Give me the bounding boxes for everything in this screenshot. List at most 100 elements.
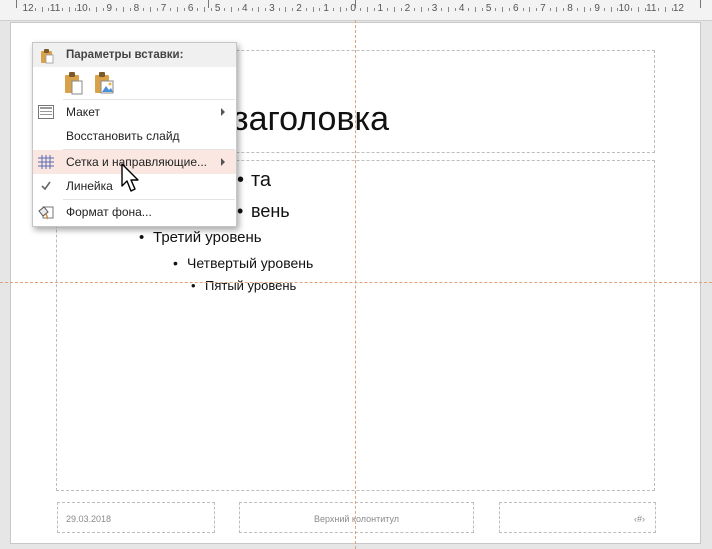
horizontal-ruler[interactable]: 12 11 10 9 8 7 6 5 4 3 2 1 0 1 2 3 4 5 6 7 8 9 10 11 12 <box>0 0 712 21</box>
menu-item-layout[interactable]: Макет <box>33 100 236 124</box>
bullet-level-4: Четвертый уровень <box>173 255 313 271</box>
ruler-tick <box>366 7 368 12</box>
ruler-number: 2 <box>404 3 411 14</box>
ruler-tick <box>68 7 70 12</box>
ruler-tick <box>610 7 612 12</box>
ruler-number: 7 <box>540 3 546 14</box>
ruler-tick <box>637 7 639 12</box>
ruler-tick <box>664 7 666 12</box>
submenu-arrow-icon <box>221 158 225 166</box>
context-menu: Параметры вставки: Макет Восстановить сл… <box>32 42 237 227</box>
horizontal-guide[interactable] <box>0 282 712 283</box>
mouse-cursor-icon <box>120 162 142 199</box>
ruler-marker[interactable] <box>700 0 701 8</box>
ruler-number: 3 <box>431 3 438 14</box>
ruler-tick <box>400 8 402 11</box>
ruler-tick <box>197 8 199 11</box>
ruler-number: 9 <box>594 3 600 14</box>
ruler-tick <box>143 8 145 11</box>
ruler-tick <box>278 8 280 11</box>
ruler-tick <box>258 7 260 12</box>
ruler-tick <box>231 7 233 12</box>
ruler-tick <box>88 8 90 11</box>
menu-item-format-background[interactable]: Формат фона... <box>33 200 236 224</box>
slide-number-placeholder[interactable]: ‹#› <box>499 502 656 533</box>
bullet-level-5: Пятый уровень <box>191 278 296 293</box>
grid-icon <box>38 155 54 169</box>
ruler-tick <box>265 8 267 11</box>
ruler-tick <box>319 8 321 11</box>
ruler-tick <box>339 7 341 12</box>
ruler-tick <box>210 8 212 11</box>
slide-number: ‹#› <box>634 514 645 524</box>
ruler-tick <box>420 7 422 12</box>
ruler-tick <box>529 7 531 12</box>
ruler-number: 5 <box>485 3 492 14</box>
ruler-tick <box>454 8 456 11</box>
ruler-number: 1 <box>323 3 329 14</box>
ruler-number: 1 <box>377 3 384 14</box>
ruler-number: 11 <box>646 3 657 14</box>
ruler-number: 6 <box>513 3 519 14</box>
ruler-number: 3 <box>269 3 275 14</box>
clipboard-icon <box>39 48 55 67</box>
ruler-number: 4 <box>458 3 465 14</box>
vertical-guide[interactable] <box>355 20 356 549</box>
ruler-tick <box>448 7 450 12</box>
menu-item-label: Линейка <box>66 179 113 193</box>
ruler-tick <box>658 8 660 11</box>
ruler-marker[interactable] <box>355 0 356 8</box>
ruler-tick <box>102 8 104 11</box>
ruler-number: 5 <box>214 3 221 14</box>
bullet-level-3: Третий уровень <box>139 229 262 246</box>
ruler-tick <box>563 8 565 11</box>
paste-picture-icon[interactable] <box>93 71 115 98</box>
date-placeholder[interactable]: 29.03.2018 <box>57 502 215 533</box>
ruler-tick <box>285 7 287 12</box>
menu-item-label: Макет <box>66 105 100 119</box>
ruler-tick <box>475 7 477 12</box>
ruler-tick <box>536 8 538 11</box>
ruler-tick <box>116 8 118 11</box>
format-background-icon <box>38 205 54 220</box>
ruler-tick <box>414 8 416 11</box>
footer-placeholder[interactable]: Верхний колонтитул <box>239 502 474 533</box>
ruler-number: 12 <box>22 3 34 14</box>
ruler-tick <box>387 8 389 11</box>
ruler-tick <box>95 7 97 12</box>
ruler-number: 8 <box>567 3 573 14</box>
ruler-tick <box>549 8 551 11</box>
ruler-tick <box>61 8 63 11</box>
ruler-tick <box>156 8 158 11</box>
paste-options-label: Параметры вставки: <box>66 49 184 61</box>
ruler-tick <box>373 8 375 11</box>
ruler-marker[interactable] <box>16 0 17 8</box>
ruler-tick <box>149 7 151 12</box>
ruler-tick <box>393 7 395 12</box>
ruler-tick <box>122 7 124 12</box>
menu-item-reset-slide[interactable]: Восстановить слайд <box>33 124 236 148</box>
ruler-tick <box>346 8 348 11</box>
ruler-tick <box>441 8 443 11</box>
ruler-tick <box>170 8 172 11</box>
bullet-level-2: вень <box>237 201 290 222</box>
ruler-tick <box>129 8 131 11</box>
ruler-tick <box>522 8 524 11</box>
footer-text: Верхний колонтитул <box>313 514 400 524</box>
ruler-number: 7 <box>160 3 167 14</box>
ruler-number: 6 <box>187 3 194 14</box>
ruler-tick <box>305 8 307 11</box>
paste-use-destination-theme-icon[interactable] <box>63 71 85 98</box>
menu-item-label: Восстановить слайд <box>66 129 180 143</box>
bullet-level-1: та <box>237 169 271 192</box>
ruler-tick <box>359 8 361 11</box>
ruler-number: 12 <box>672 3 684 14</box>
ruler-number: 8 <box>133 3 140 14</box>
ruler-tick <box>583 7 585 12</box>
ruler-number: 4 <box>242 3 248 14</box>
ruler-tick <box>495 8 497 11</box>
ruler-tick <box>630 8 632 11</box>
checkmark-icon <box>38 179 54 193</box>
ruler-marker[interactable] <box>208 0 209 8</box>
ruler-number: 11 <box>49 3 61 14</box>
